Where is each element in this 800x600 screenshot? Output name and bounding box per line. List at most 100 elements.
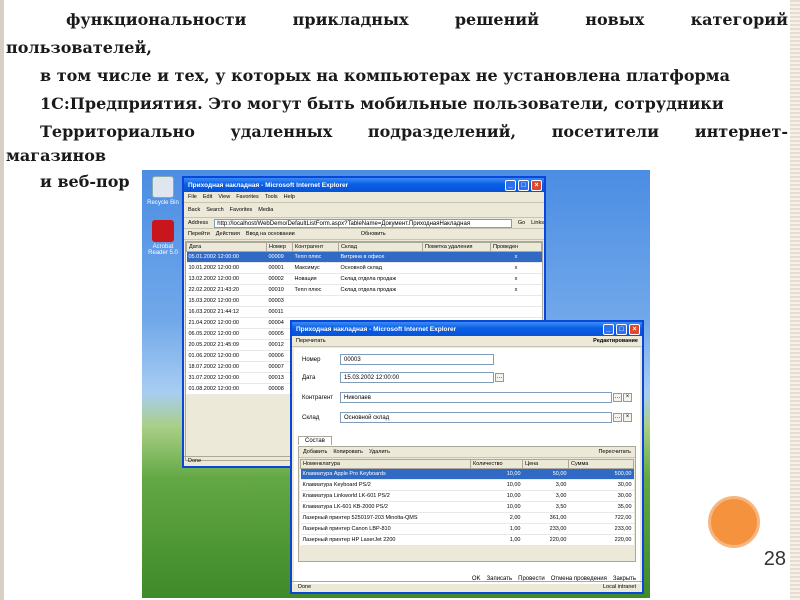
back-button[interactable]: Back [188, 207, 200, 213]
table-cell: Клавиатура Apple Pro Keyboards [300, 468, 471, 480]
table-row[interactable]: 10.01.2002 12:00:00 00001 Максимус Основной… [186, 262, 542, 274]
date-picker-button[interactable]: … [495, 373, 504, 382]
table-row[interactable]: Клавиатура LK-601 KB-2000 PS/2 10,00 3,50 3… [300, 501, 634, 513]
table-row[interactable]: 22.02.2002 21:43:20 00010 Тепл плюс Склад о… [186, 284, 542, 296]
column-deletion-mark[interactable]: Пометка удаления [422, 242, 491, 252]
table-cell: 00006 [266, 350, 293, 362]
number-label: Номер [302, 356, 321, 363]
table-cell: 10.01.2002 12:00:00 [186, 262, 267, 274]
form-status-bar: Done Local intranet [292, 581, 642, 592]
number-field[interactable]: 00003 [340, 354, 494, 365]
table-row[interactable]: 13.02.2002 12:00:00 00002 Новация Склад отд… [186, 273, 542, 285]
table-cell: 3,50 [522, 501, 569, 513]
table-cell: x [490, 284, 542, 296]
table-row[interactable]: Лазерный принтер HP LaserJet 2200 1,00 220… [300, 534, 634, 546]
goto-menu[interactable]: Перейти [188, 231, 210, 237]
go-button[interactable]: Go [518, 220, 525, 226]
table-row[interactable]: 05.01.2002 12:00:00 00009 Тепл плюс Витрина… [186, 251, 542, 263]
tab-composition[interactable]: Состав [298, 436, 332, 445]
column-warehouse[interactable]: Склад [338, 242, 423, 252]
table-cell: 06.05.2002 12:00:00 [186, 328, 267, 340]
column-number[interactable]: Номер [266, 242, 293, 252]
menu-tools[interactable]: Tools [265, 194, 278, 200]
form-toolbar: Перечитать Редактирование [292, 336, 642, 347]
column-contractor[interactable]: Контрагент [292, 242, 339, 252]
column-sum[interactable]: Сумма [568, 459, 634, 469]
slide-text-line: и веб-пор [40, 172, 130, 191]
table-cell: 00012 [266, 339, 293, 351]
links-label[interactable]: Links [531, 220, 544, 226]
table-cell: 05.01.2002 12:00:00 [186, 251, 267, 263]
contractor-select-button[interactable]: … [613, 393, 622, 402]
refresh-button[interactable]: Обновить [361, 231, 386, 237]
column-price[interactable]: Цена [522, 459, 569, 469]
menu-favorites[interactable]: Favorites [236, 194, 259, 200]
search-button[interactable]: Search [206, 207, 223, 213]
table-cell: 21.04.2002 12:00:00 [186, 317, 267, 329]
form-window-title: Приходная накладная - Microsoft Internet… [296, 325, 457, 333]
minimize-icon[interactable]: _ [603, 323, 614, 335]
table-row[interactable]: 16.03.2002 21:44:12 00011 [186, 306, 542, 318]
address-input[interactable]: http://localhost/WebDemo/DefaultListForm… [214, 218, 512, 228]
warehouse-field[interactable]: Основной склад [340, 412, 612, 423]
table-cell: 01.08.2002 12:00:00 [186, 383, 267, 395]
zone-text: Local intranet [602, 584, 636, 590]
date-field[interactable]: 15.03.2002 12:00:00 [340, 372, 494, 383]
menu-file[interactable]: File [188, 194, 197, 200]
recycle-bin-icon[interactable]: Recycle Bin [146, 176, 180, 206]
menu-view[interactable]: View [218, 194, 230, 200]
table-cell: x [490, 262, 542, 274]
table-cell: x [490, 251, 542, 263]
input-based-menu[interactable]: Ввод на основании [246, 231, 295, 237]
table-cell: 233,00 [522, 523, 569, 535]
close-icon[interactable]: × [531, 179, 542, 191]
table-row[interactable]: Клавиатура Keyboard PS/2 10,00 3,00 30,00 [300, 479, 634, 491]
acrobat-reader-icon[interactable]: Acrobat Reader 5.0 [146, 220, 180, 256]
copy-row-button[interactable]: Копировать [333, 449, 363, 455]
table-cell: 500,00 [568, 468, 634, 480]
recalculate-button[interactable]: Пересчитать [598, 449, 631, 455]
delete-row-button[interactable]: Удалить [369, 449, 390, 455]
menu-edit[interactable]: Edit [203, 194, 212, 200]
date-row: Дата 15.03.2002 12:00:00 … [302, 372, 504, 383]
add-row-button[interactable]: Добавить [303, 449, 327, 455]
table-cell: 3,00 [522, 490, 569, 502]
column-date[interactable]: Дата [186, 242, 267, 252]
menu-bar: File Edit View Favorites Tools Help [184, 192, 544, 203]
warehouse-select-button[interactable]: … [613, 413, 622, 422]
table-cell: 3,00 [522, 479, 569, 491]
contractor-field[interactable]: Николаев [340, 392, 612, 403]
table-cell: 13.02.2002 12:00:00 [186, 273, 267, 285]
table-cell: Новация [292, 273, 339, 285]
table-row[interactable]: Лазерный принтер 5250197-203 Minolta-QMS… [300, 512, 634, 524]
table-cell: 00010 [266, 284, 293, 296]
column-quantity[interactable]: Количество [470, 459, 523, 469]
table-row[interactable]: 15.03.2002 12:00:00 00003 [186, 295, 542, 307]
decorative-orange-circle [708, 496, 760, 548]
date-label: Дата [302, 374, 316, 381]
menu-help[interactable]: Help [284, 194, 295, 200]
table-cell: 361,00 [522, 512, 569, 524]
table-row[interactable]: Клавиатура Linkworld LK-601 PS/2 10,00 3,0… [300, 490, 634, 502]
maximize-icon[interactable]: □ [616, 323, 627, 335]
list-window-titlebar: Приходная накладная - Microsoft Internet… [184, 178, 544, 192]
column-nomenclature[interactable]: Номенклатура [300, 459, 471, 469]
table-cell: Витрина в офисе [338, 251, 423, 263]
media-button[interactable]: Media [258, 207, 273, 213]
table-row[interactable]: Лазерный принтер Canon LBP-810 1,00 233,00… [300, 523, 634, 535]
table-cell [490, 295, 542, 307]
list-window-title: Приходная накладная - Microsoft Internet… [188, 181, 349, 189]
warehouse-clear-icon[interactable]: × [623, 413, 632, 422]
minimize-icon[interactable]: _ [505, 179, 516, 191]
actions-menu[interactable]: Действия [216, 231, 240, 237]
favorites-button[interactable]: Favorites [230, 207, 253, 213]
contractor-clear-icon[interactable]: × [623, 393, 632, 402]
slide-text-line: 1С:Предприятия. Это могут быть мобильные… [40, 94, 724, 113]
column-posted[interactable]: Проведен [490, 242, 542, 252]
reread-button[interactable]: Перечитать [296, 338, 326, 344]
warehouse-row: Склад Основной склад … × [302, 412, 632, 423]
table-row[interactable]: Клавиатура Apple Pro Keyboards 10,00 50,00… [300, 468, 634, 480]
maximize-icon[interactable]: □ [518, 179, 529, 191]
table-cell: 00004 [266, 317, 293, 329]
close-icon[interactable]: × [629, 323, 640, 335]
